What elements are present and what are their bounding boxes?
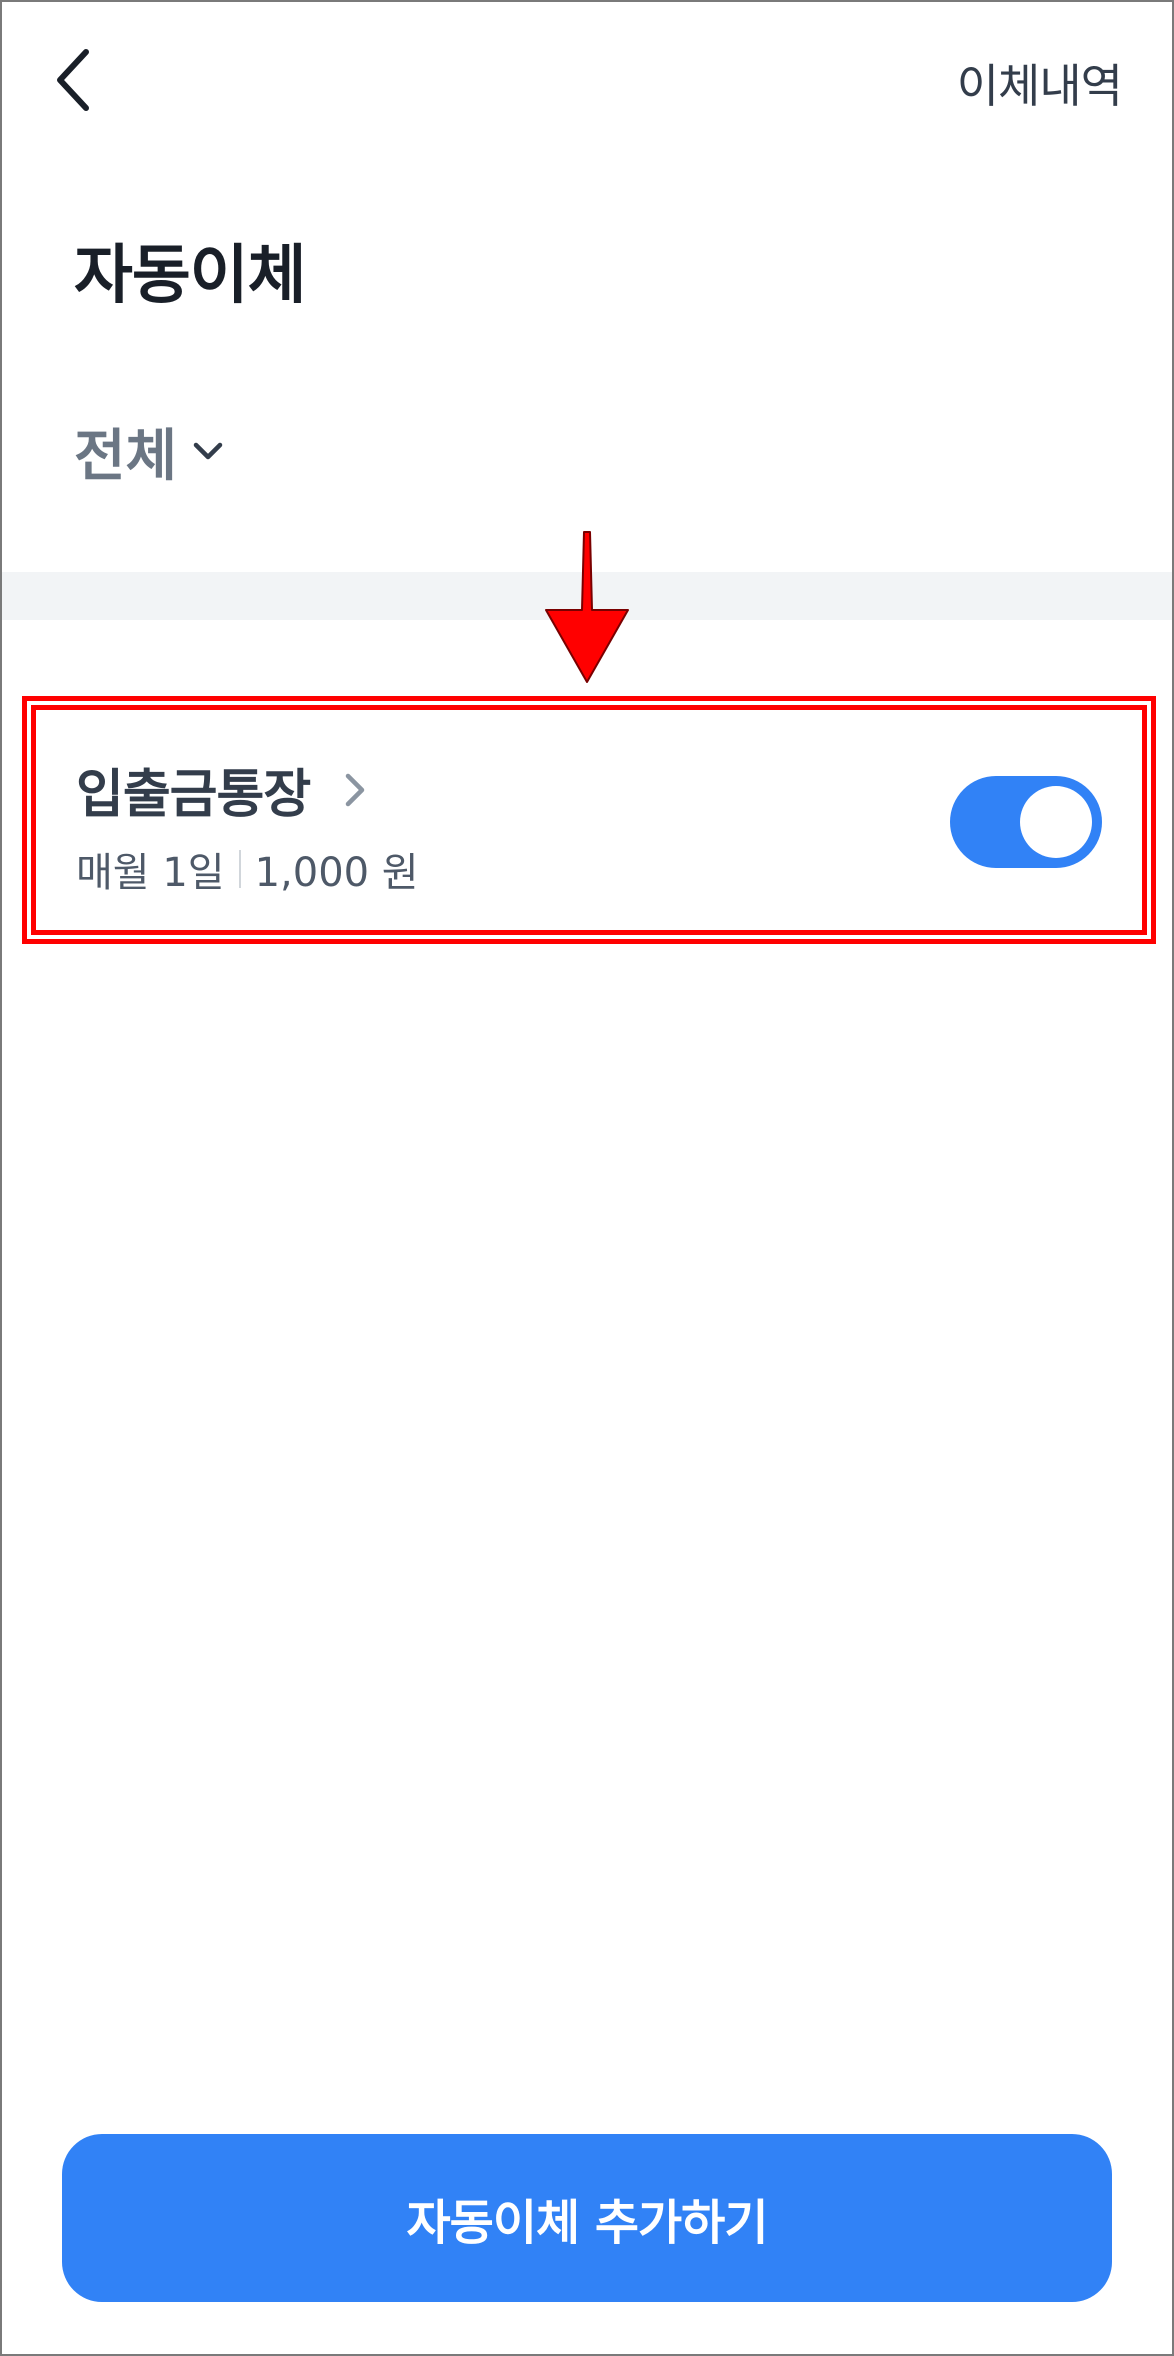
transfer-toggle[interactable] [950, 776, 1102, 868]
add-auto-transfer-button[interactable]: 자동이체 추가하기 [62, 2134, 1112, 2302]
filter-dropdown[interactable]: 전체 [74, 416, 225, 489]
page-title: 자동이체 [74, 239, 307, 313]
transfer-schedule: 매월 1일 [76, 850, 225, 896]
account-name-link[interactable]: 입출금통장 [76, 752, 366, 827]
account-name: 입출금통장 [76, 765, 311, 825]
red-arrow-annotation [545, 531, 629, 683]
toggle-knob [1020, 786, 1092, 858]
auto-transfer-item: 입출금통장 매월 1일 1,000 원 [32, 706, 1146, 934]
transfer-details: 매월 1일 1,000 원 [76, 840, 419, 898]
back-button[interactable] [46, 40, 110, 120]
chevron-down-icon [193, 442, 223, 460]
filter-label: 전체 [74, 423, 178, 489]
chevron-right-icon [345, 773, 365, 806]
screen: 이체내역 자동이체 전체 입출금통장 매월 1일 1,000 원 자동이체 추가… [0, 0, 1174, 2356]
chevron-left-icon [57, 49, 89, 111]
transfer-amount: 1,000 원 [254, 850, 419, 896]
transfer-history-link[interactable]: 이체내역 [957, 50, 1123, 116]
detail-separator [238, 850, 241, 888]
